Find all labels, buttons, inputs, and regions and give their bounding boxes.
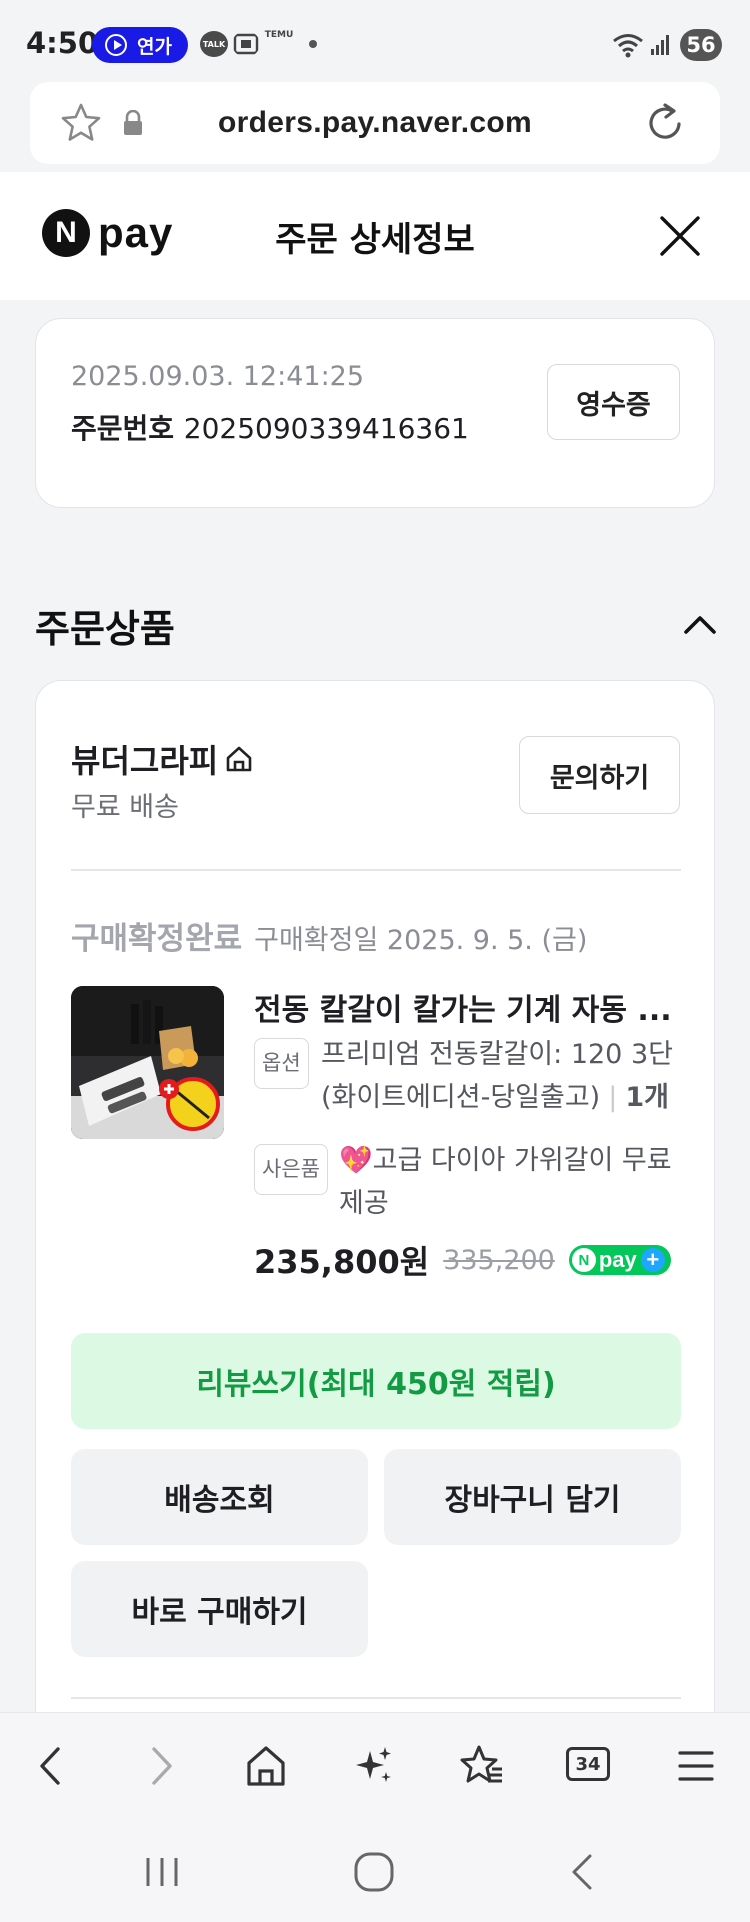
temu-notification-icon: TEMU bbox=[264, 30, 294, 40]
url-text[interactable]: orders.pay.naver.com bbox=[30, 106, 720, 140]
page-title: 주문 상세정보 bbox=[275, 220, 475, 260]
battery-indicator: 56 bbox=[680, 29, 722, 61]
signal-icon bbox=[651, 35, 669, 55]
npay-plus-badge-text: pay bbox=[598, 1247, 637, 1272]
section-title-ordered-items: 주문상품 bbox=[35, 607, 175, 651]
shipping-fee: 무료 배송 bbox=[71, 792, 179, 823]
address-bar[interactable]: orders.pay.naver.com bbox=[30, 82, 720, 164]
ai-sparkle-icon[interactable] bbox=[352, 1743, 396, 1789]
gift-line-2: 제공 bbox=[339, 1188, 389, 1219]
chevron-up-icon[interactable] bbox=[680, 612, 720, 638]
seller-name-text: 뷰더그라피 bbox=[71, 742, 219, 780]
receipt-button[interactable]: 영수증 bbox=[547, 364, 680, 440]
buy-now-button[interactable]: 바로 구매하기 bbox=[71, 1561, 368, 1657]
menu-icon[interactable] bbox=[676, 1743, 716, 1789]
home-nav-icon[interactable] bbox=[352, 1850, 396, 1894]
npay-plus-badge: N pay + bbox=[568, 1245, 671, 1275]
order-datetime: 2025.09.03. 12:41:25 bbox=[71, 361, 365, 392]
price-row: 235,800원 335,200 N pay + bbox=[254, 1237, 671, 1283]
gift-row: 사은품 💖고급 다이아 가위갈이 무료 제공 bbox=[254, 1139, 684, 1225]
option-tag: 옵션 bbox=[254, 1038, 309, 1089]
option-line-2: (화이트에디션-당일출고) bbox=[321, 1082, 601, 1113]
knife-sharpener-image bbox=[71, 986, 224, 1139]
divider bbox=[71, 1697, 681, 1699]
back-icon[interactable] bbox=[34, 1743, 70, 1789]
quantity: 1개 bbox=[625, 1082, 669, 1113]
plus-icon: + bbox=[640, 1248, 665, 1272]
reload-icon[interactable] bbox=[642, 100, 688, 146]
order-number: 주문번호 2025090339416361 bbox=[71, 407, 469, 447]
android-navigation-bar bbox=[0, 1822, 750, 1922]
purchase-status-row: 구매확정완료 구매확정일 2025. 9. 5. (금) bbox=[71, 913, 587, 958]
confirm-date: 구매확정일 2025. 9. 5. (금) bbox=[254, 925, 588, 956]
order-number-value: 2025090339416361 bbox=[183, 412, 469, 445]
page-header: N pay 주문 상세정보 bbox=[0, 172, 750, 300]
gift-tag: 사은품 bbox=[254, 1144, 328, 1195]
status-bar: 4:50 연가 TALK TEMU 56 bbox=[0, 0, 750, 80]
media-playing-pill[interactable]: 연가 bbox=[92, 27, 188, 63]
gift-line-1: 💖고급 다이아 가위갈이 무료 bbox=[339, 1145, 672, 1176]
screenshot-notification-icon bbox=[233, 33, 259, 55]
order-detail-page: N pay 주문 상세정보 2025.09.03. 12:41:25 주문번호 … bbox=[0, 172, 750, 1780]
store-home-icon bbox=[226, 746, 252, 772]
tabs-icon[interactable]: 34 bbox=[566, 1747, 610, 1781]
wifi-icon bbox=[613, 34, 643, 58]
inquiry-button[interactable]: 문의하기 bbox=[519, 736, 680, 814]
track-delivery-button[interactable]: 배송조회 bbox=[71, 1449, 368, 1545]
more-notifications-dot bbox=[309, 40, 317, 48]
product-name[interactable]: 전동 칼갈이 칼가는 기계 자동 ... bbox=[254, 985, 684, 1029]
recent-apps-icon[interactable] bbox=[142, 1854, 182, 1890]
forward-icon[interactable] bbox=[142, 1743, 178, 1789]
media-title: 연가 bbox=[137, 35, 172, 58]
home-icon[interactable] bbox=[244, 1743, 288, 1789]
kakaotalk-notification-icon: TALK bbox=[200, 31, 228, 57]
seller-name[interactable]: 뷰더그라피 bbox=[71, 736, 254, 782]
play-icon bbox=[105, 34, 127, 56]
order-summary-card: 2025.09.03. 12:41:25 주문번호 20250903394163… bbox=[35, 318, 715, 508]
option-line-1: 프리미엄 전동칼갈이: 120 3단 bbox=[321, 1039, 673, 1070]
order-number-label: 주문번호 bbox=[71, 412, 175, 445]
original-price: 335,200 bbox=[443, 1244, 555, 1276]
option-row: 옵션 프리미엄 전동칼갈이: 120 3단 (화이트에디션-당일출고) | 1개 bbox=[254, 1033, 684, 1119]
status-badge: 구매확정완료 bbox=[71, 921, 243, 957]
npay-plus-n-mark: N bbox=[571, 1248, 596, 1272]
add-to-cart-button[interactable]: 장바구니 담기 bbox=[384, 1449, 681, 1545]
sale-price: 235,800원 bbox=[254, 1243, 430, 1281]
close-icon[interactable] bbox=[658, 214, 702, 258]
browser-toolbar: 34 bbox=[0, 1712, 750, 1822]
write-review-button[interactable]: 리뷰쓰기(최대 450원 적립) bbox=[71, 1333, 681, 1429]
ordered-item-card: 뷰더그라피 무료 배송 문의하기 구매확정완료 구매확정일 2025. 9. 5… bbox=[35, 680, 715, 1780]
bookmarks-icon[interactable] bbox=[458, 1743, 504, 1789]
back-nav-icon[interactable] bbox=[566, 1852, 598, 1892]
product-thumbnail[interactable] bbox=[71, 986, 224, 1139]
status-time: 4:50 bbox=[26, 26, 99, 60]
divider bbox=[71, 869, 681, 871]
